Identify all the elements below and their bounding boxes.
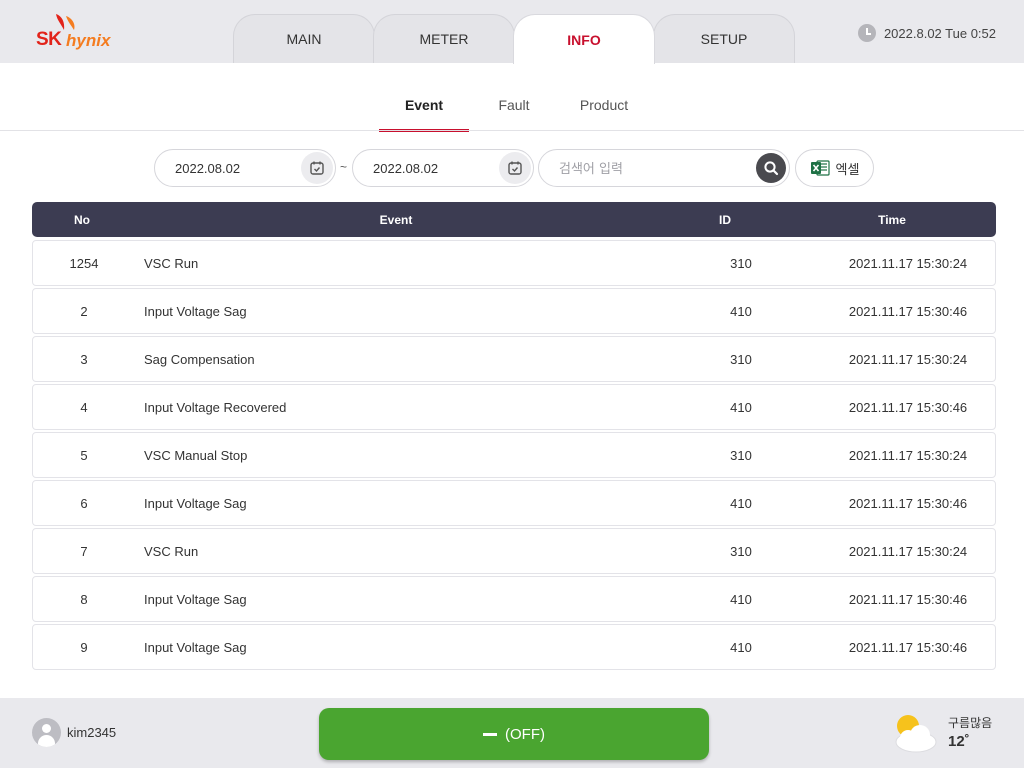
calendar-icon[interactable] (301, 152, 333, 184)
cell-no: 6 (80, 496, 88, 511)
weather-temperature: 12˚ (948, 733, 970, 750)
search-field (538, 149, 790, 187)
cell-no: 9 (80, 640, 88, 655)
tab-main-label: MAIN (286, 31, 322, 47)
table-row[interactable]: 7 VSC Run 310 2021.11.17 15:30:24 (32, 528, 996, 574)
cell-id: 410 (730, 592, 752, 607)
subtabs-divider (0, 130, 1024, 131)
excel-button-label: 엑셀 (835, 162, 860, 178)
cell-time: 2021.11.17 15:30:24 (848, 352, 968, 367)
sk-hynix-logo: SK hynix (36, 12, 126, 52)
power-status-label: (OFF) (505, 725, 545, 743)
cell-time: 2021.11.17 15:30:46 (848, 592, 968, 607)
cell-id: 410 (730, 496, 752, 511)
cell-id: 410 (730, 304, 752, 319)
search-icon[interactable] (756, 153, 786, 183)
tab-setup[interactable]: SETUP (653, 14, 795, 63)
subtab-fault[interactable]: Fault (498, 97, 529, 113)
weather-widget: 구름많음 12˚ (890, 712, 1010, 756)
table-row[interactable]: 8 Input Voltage Sag 410 2021.11.17 15:30… (32, 576, 996, 622)
table-row[interactable]: 3 Sag Compensation 310 2021.11.17 15:30:… (32, 336, 996, 382)
username: kim2345 (67, 725, 117, 740)
table-row[interactable]: 2 Input Voltage Sag 410 2021.11.17 15:30… (32, 288, 996, 334)
cell-time: 2021.11.17 15:30:24 (848, 256, 968, 271)
column-header-time: Time (878, 213, 906, 227)
info-subtabs: Event Fault Product (0, 63, 1024, 132)
start-date-value: 2022.08.02 (175, 160, 241, 176)
cell-time: 2021.11.17 15:30:46 (848, 304, 968, 319)
cell-event: Input Voltage Sag (144, 304, 247, 319)
tab-info[interactable]: INFO (513, 14, 655, 64)
search-input[interactable] (559, 159, 749, 179)
cell-time: 2021.11.17 15:30:24 (848, 544, 968, 559)
cell-id: 310 (730, 544, 752, 559)
cell-event: Input Voltage Sag (144, 640, 247, 655)
clock-icon (857, 24, 876, 42)
cell-event: VSC Run (144, 544, 199, 559)
cell-id: 310 (730, 352, 752, 367)
cell-event: Input Voltage Sag (144, 496, 247, 511)
cell-no: 3 (80, 352, 88, 367)
cell-no: 4 (80, 400, 88, 415)
table-row[interactable]: 6 Input Voltage Sag 410 2021.11.17 15:30… (32, 480, 996, 526)
excel-icon (810, 160, 830, 176)
cell-no: 7 (80, 544, 88, 559)
cell-event: VSC Manual Stop (144, 448, 248, 463)
datetime-display: 2022.8.02 Tue 0:52 (857, 24, 996, 42)
minus-icon (483, 732, 497, 736)
cell-event: Input Voltage Sag (144, 592, 247, 607)
end-date-field[interactable]: 2022.08.02 (352, 149, 534, 187)
date-range-separator: ~ (340, 160, 348, 174)
tab-meter[interactable]: METER (373, 14, 515, 63)
user-info[interactable]: kim2345 (32, 718, 116, 747)
cell-id: 310 (730, 448, 752, 463)
cell-no: 8 (80, 592, 88, 607)
cell-time: 2021.11.17 15:30:46 (848, 400, 968, 415)
table-row[interactable]: 9 Input Voltage Sag 410 2021.11.17 15:30… (32, 624, 996, 670)
cell-time: 2021.11.17 15:30:24 (848, 448, 968, 463)
tab-meter-label: METER (419, 31, 469, 47)
top-header: SK hynix MAIN METER SETUP INFO 2022.8.02… (0, 0, 1024, 64)
partly-cloudy-icon (895, 715, 937, 753)
subtab-product[interactable]: Product (580, 97, 628, 113)
end-date-value: 2022.08.02 (373, 160, 439, 176)
weather-condition: 구름많음 (948, 716, 993, 730)
column-header-no: No (74, 213, 90, 227)
column-header-id: ID (719, 213, 731, 227)
cell-time: 2021.11.17 15:30:46 (848, 640, 968, 655)
calendar-icon[interactable] (499, 152, 531, 184)
cell-id: 410 (730, 640, 752, 655)
logo-hynix-text: hynix (66, 31, 111, 50)
avatar (32, 718, 61, 747)
cell-event: Sag Compensation (144, 352, 255, 367)
tab-setup-label: SETUP (700, 31, 748, 47)
cell-no: 1254 (69, 256, 99, 271)
cell-event: Input Voltage Recovered (144, 400, 287, 415)
datetime-text: 2022.8.02 Tue 0:52 (883, 25, 996, 41)
tab-main[interactable]: MAIN (233, 14, 375, 63)
table-row[interactable]: 5 VSC Manual Stop 310 2021.11.17 15:30:2… (32, 432, 996, 478)
column-header-event: Event (379, 213, 413, 227)
cell-time: 2021.11.17 15:30:46 (848, 496, 968, 511)
cell-id: 310 (730, 256, 752, 271)
subtab-event[interactable]: Event (405, 97, 443, 113)
cell-event: VSC Run (144, 256, 199, 271)
excel-export-button[interactable]: 엑셀 (795, 149, 874, 187)
power-toggle-button[interactable]: (OFF) (319, 708, 709, 760)
start-date-field[interactable]: 2022.08.02 (154, 149, 336, 187)
table-header: No Event ID Time (32, 202, 996, 237)
cell-no: 5 (80, 448, 88, 463)
tab-info-label: INFO (567, 31, 601, 48)
cell-id: 410 (730, 400, 752, 415)
bottom-bar: kim2345 (OFF) 구름많음 12˚ (0, 698, 1024, 768)
logo-sk-text: SK (36, 29, 62, 50)
cell-no: 2 (80, 304, 88, 319)
table-row[interactable]: 1254 VSC Run 310 2021.11.17 15:30:24 (32, 240, 996, 286)
table-row[interactable]: 4 Input Voltage Recovered 410 2021.11.17… (32, 384, 996, 430)
